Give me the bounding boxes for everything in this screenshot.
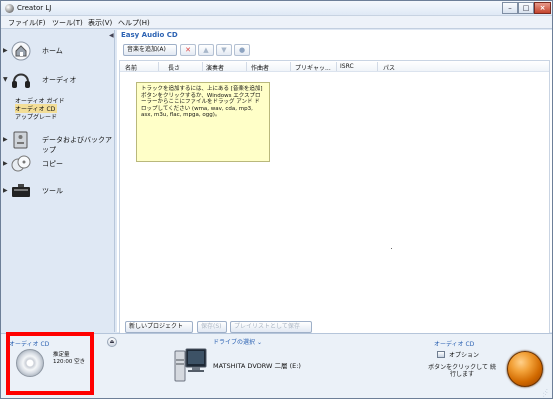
app-window: Creator LJ – □ × ファイル(F) ツール(T) 表示(V) ヘル… [0,0,553,399]
sidebar-item-label: ツール [42,187,63,195]
empty-list-marker [391,248,392,249]
eject-icon: ⏏ [109,339,115,345]
info-button[interactable]: ● [234,44,250,56]
data-backup-icon [13,131,28,149]
close-button[interactable]: × [534,2,551,14]
add-music-button[interactable]: 音楽を追加(A) [123,44,177,56]
delete-button[interactable]: ✕ [180,44,196,56]
copy-icon [11,155,31,172]
maximize-button[interactable]: □ [518,2,534,14]
column-separator [246,62,247,71]
burn-section-title: オーディオ CD [434,341,475,348]
headphones-icon [12,73,30,88]
chevron-down-icon: ⌄ [256,339,262,346]
column-separator [158,62,159,71]
resize-grip[interactable]: ⋰ ⋰ [543,390,551,398]
cd-disc-icon [16,349,44,377]
expand-arrow-icon: ▶ [3,47,8,54]
add-tracks-help-note: トラックを追加するには、上にある [音楽を追加] ボタンをクリックするか、Win… [136,82,270,162]
column-separator [202,62,203,71]
column-header-path[interactable]: パス [383,63,395,72]
sidebar-item-copy[interactable]: ▶ コピー [1,152,114,176]
sidebar-item-label: コピー [42,160,63,168]
minimize-button[interactable]: – [502,2,518,14]
menu-bar: ファイル(F) ツール(T) 表示(V) ヘルプ(H) [1,16,552,29]
capacity-value: 120:00 空き [53,359,86,365]
table-header: 名前 長さ 演奏者 作曲者 プリギャッ... ISRC パス [120,61,549,72]
computer-drive-icon [174,348,207,382]
column-header-performer[interactable]: 演奏者 [206,63,224,72]
main-panel: Easy Audio CD 音楽を追加(A) ✕ ▲ ▼ ● 名前 長さ 演奏者… [117,30,552,348]
column-separator [290,62,291,71]
column-header-composer[interactable]: 作曲者 [251,63,269,72]
new-project-button[interactable]: 新しいプロジェクト(N) [125,321,193,340]
menu-file[interactable]: ファイル(F) [8,18,46,28]
app-icon [5,4,14,13]
expand-arrow-icon: ▶ [3,187,8,194]
menu-tools[interactable]: ツール(T) [52,18,83,28]
drive-name: MATSHITA DVDRW 二層 (E:) [213,362,301,370]
move-down-button[interactable]: ▼ [216,44,232,56]
sidebar-item-label: オーディオ [42,76,77,84]
delete-icon: ✕ [185,46,191,54]
options-icon [437,351,445,358]
column-separator [377,62,378,71]
capacity-info: 推定量 120:00 空き [53,352,85,366]
track-list-table[interactable]: 名前 長さ 演奏者 作曲者 プリギャッ... ISRC パス トラックを追加する… [119,60,550,348]
home-icon [11,41,31,61]
info-icon: ● [238,46,246,54]
column-header-length[interactable]: 長さ [168,63,180,72]
column-header-name[interactable]: 名前 [125,63,137,72]
sidebar-item-tools[interactable]: ▶ ツール [1,179,114,203]
burn-instruction: ボタンをクリックして 続行します [428,364,496,378]
drive-select-link[interactable]: ドライブの選択 ⌄ [213,337,262,346]
sidebar-item-audio[interactable]: ▼ オーディオ [1,68,114,92]
capacity-label: 推定量 [53,352,70,358]
column-separator [336,62,337,71]
eject-button[interactable]: ⏏ [107,337,117,347]
move-up-icon: ▲ [203,46,209,54]
expand-arrow-icon: ▶ [3,160,8,167]
collapse-arrow-icon: ▼ [3,76,8,83]
title-bar: Creator LJ – □ × [1,1,552,16]
menu-help[interactable]: ヘルプ(H) [118,18,150,28]
expand-arrow-icon: ▶ [3,136,8,143]
move-up-button[interactable]: ▲ [198,44,214,56]
page-title: Easy Audio CD [121,31,178,39]
column-header-pregap[interactable]: プリギャッ... [295,63,331,72]
column-header-isrc[interactable]: ISRC [340,63,354,70]
options-link[interactable]: オプション [449,350,479,359]
sidebar-link-upgrade[interactable]: アップグレード [15,112,57,121]
audio-cd-title: オーディオ CD [9,341,50,348]
sidebar-item-label: ホーム [42,47,63,55]
tools-icon [12,184,30,197]
menu-view[interactable]: 表示(V) [88,18,112,28]
sidebar-collapse-icon[interactable]: ◀ [109,32,114,39]
burn-button[interactable] [507,351,543,387]
save-button[interactable]: 保存(S) [197,321,227,333]
sidebar-item-data-backup[interactable]: ▶ データおよびバックアップ [1,128,114,154]
window-title: Creator LJ [17,4,52,12]
move-down-icon: ▼ [221,46,227,54]
save-as-playlist-button[interactable]: プレイリストとして保存(P) [230,321,312,340]
sidebar-item-home[interactable]: ▶ ホーム [1,39,114,63]
sidebar: ▶ ホーム ▼ オーディオ オーディオ ガイド オーディオ CD アップグレード… [1,30,115,332]
